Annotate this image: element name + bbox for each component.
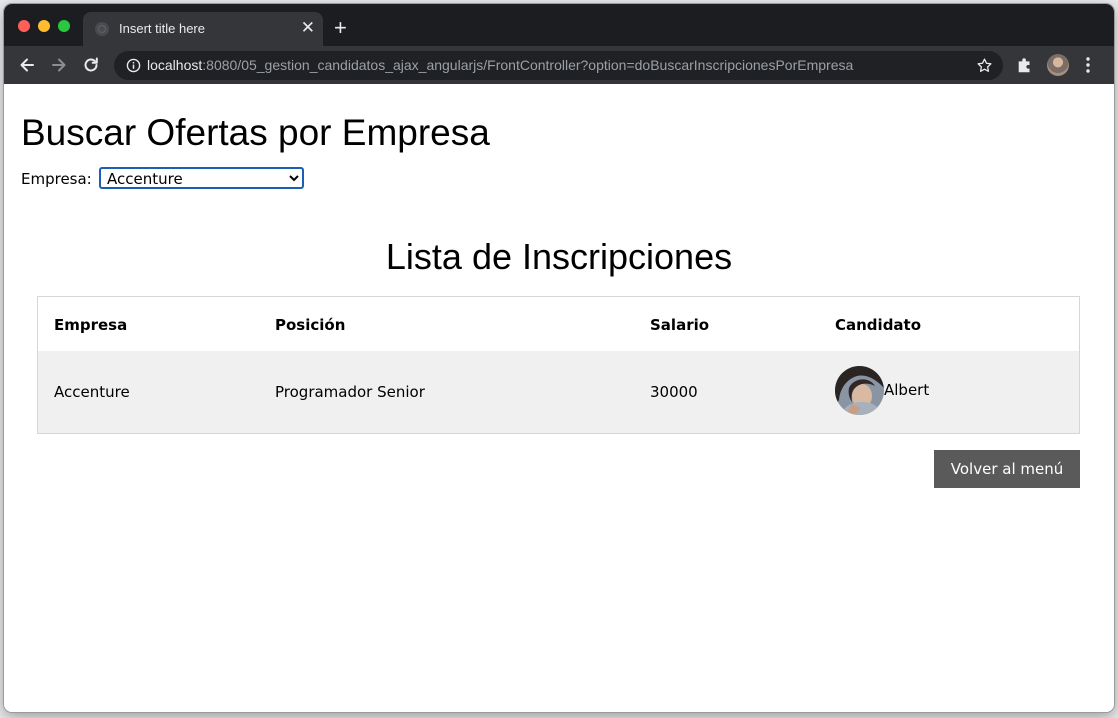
address-bar[interactable]: localhost:8080/05_gestion_candidatos_aja…	[114, 51, 1003, 80]
table-header-row: Empresa Posición Salario Candidato	[38, 297, 1079, 351]
url-host: localhost	[147, 57, 203, 73]
cell-posicion: Programador Senior	[275, 383, 425, 401]
forward-arrow-icon[interactable]	[49, 55, 69, 75]
table-row: Accenture Programador Senior 30000 Alber…	[38, 351, 1079, 433]
close-window-button[interactable]	[18, 20, 30, 32]
header-candidato: Candidato	[835, 316, 922, 334]
cell-candidato: Albert	[835, 366, 929, 415]
header-posicion: Posición	[275, 316, 346, 334]
inscripciones-table: Empresa Posición Salario Candidato Accen…	[37, 296, 1080, 434]
info-icon[interactable]	[126, 58, 141, 73]
tab-strip: Insert title here ✕ +	[4, 4, 1114, 46]
header-salario: Salario	[650, 316, 710, 334]
page-content: Buscar Ofertas por Empresa Empresa: Acce…	[4, 84, 1114, 712]
empresa-select[interactable]: Accenture	[99, 167, 304, 189]
back-arrow-icon[interactable]	[17, 55, 37, 75]
candidate-name: Albert	[884, 381, 930, 399]
cell-salario: 30000	[650, 383, 698, 401]
browser-tab[interactable]: Insert title here ✕	[83, 12, 323, 46]
header-empresa: Empresa	[54, 316, 128, 334]
globe-icon	[95, 22, 109, 36]
candidate-avatar	[835, 366, 884, 415]
empresa-label: Empresa:	[21, 170, 92, 188]
list-title: Lista de Inscripciones	[385, 236, 733, 277]
more-menu-icon[interactable]	[1084, 56, 1092, 74]
reload-icon[interactable]	[81, 55, 101, 75]
star-icon[interactable]	[976, 57, 993, 74]
zoom-window-button[interactable]	[58, 20, 70, 32]
minimize-window-button[interactable]	[38, 20, 50, 32]
profile-avatar[interactable]	[1047, 54, 1069, 76]
tab-title: Insert title here	[119, 21, 205, 36]
tab-close-icon[interactable]: ✕	[301, 18, 315, 38]
browser-window: Insert title here ✕ + localhost:8080/05_…	[4, 4, 1114, 712]
url-text[interactable]: localhost:8080/05_gestion_candidatos_aja…	[147, 57, 853, 73]
new-tab-button[interactable]: +	[334, 17, 347, 39]
page-title: Buscar Ofertas por Empresa	[21, 112, 490, 153]
browser-toolbar: localhost:8080/05_gestion_candidatos_aja…	[4, 46, 1114, 84]
extensions-puzzle-icon[interactable]	[1016, 56, 1034, 74]
back-to-menu-button[interactable]: Volver al menú	[934, 450, 1080, 488]
url-path: :8080/05_gestion_candidatos_ajax_angular…	[202, 57, 854, 73]
cell-empresa: Accenture	[54, 383, 130, 401]
